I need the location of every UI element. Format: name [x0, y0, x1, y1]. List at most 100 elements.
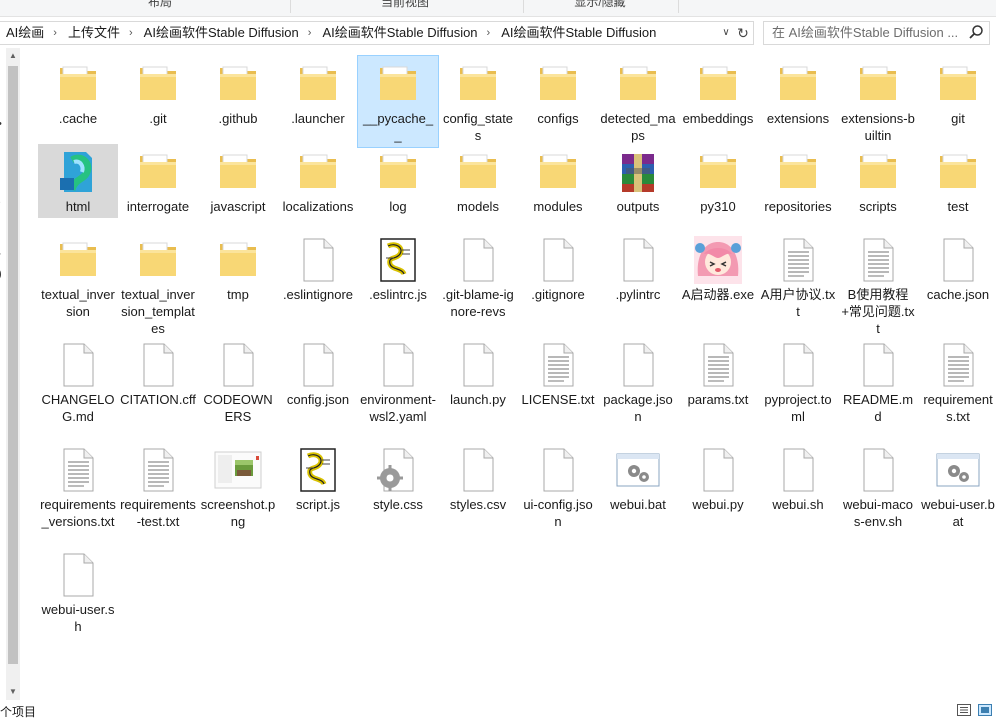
blank-file-icon [454, 341, 502, 389]
file-item[interactable]: interrogate [118, 144, 198, 218]
ribbon-group-show-hide: 显示/隐藏 [574, 0, 626, 9]
folder-icon [854, 148, 902, 196]
file-item[interactable]: extensions [758, 56, 838, 130]
file-item[interactable]: test [918, 144, 996, 218]
file-item[interactable]: log [358, 144, 438, 218]
file-item-label: extensions [766, 111, 830, 126]
breadcrumb-item[interactable]: AI绘画软件Stable Diffusion [322, 25, 477, 40]
file-item[interactable]: B使用教程+常见问题.txt [838, 232, 918, 340]
refresh-icon[interactable]: ↻ [735, 24, 751, 42]
file-item-label: requirements_versions.txt [40, 497, 116, 529]
file-item[interactable]: py310 [678, 144, 758, 218]
nav-scrollbar[interactable]: ▲ ▼ [6, 48, 20, 700]
file-item[interactable]: style.css [358, 442, 438, 516]
search-input[interactable] [772, 24, 962, 40]
file-item[interactable]: README.md [838, 337, 918, 428]
file-item-label: .launcher [291, 111, 345, 126]
file-item[interactable]: .git [118, 56, 198, 130]
search-box[interactable] [763, 21, 990, 45]
address-bar[interactable]: AI绘画 › 上传文件 › AI绘画软件Stable Diffusion › AI绘画软件S… [0, 21, 754, 45]
file-item[interactable]: webui-macos-env.sh [838, 442, 918, 533]
file-item[interactable]: package.json [598, 337, 678, 428]
file-item[interactable]: A启动器.exe [678, 232, 758, 306]
file-item[interactable]: A用户协议.txt [758, 232, 838, 323]
file-item[interactable]: modules [518, 144, 598, 218]
file-item[interactable]: params.txt [678, 337, 758, 411]
file-item[interactable]: configs [518, 56, 598, 130]
file-grid: .cache .git .github .launcher __pycache__ con… [36, 55, 996, 700]
file-item[interactable]: git [918, 56, 996, 130]
file-item[interactable]: textual_inversion [38, 232, 118, 323]
large-icons-view-icon[interactable] [978, 704, 992, 716]
file-item[interactable]: script.js [278, 442, 358, 516]
file-item[interactable]: localizations [278, 144, 358, 218]
file-item[interactable]: .github [198, 56, 278, 130]
file-item[interactable]: config_states [438, 56, 518, 147]
chevron-right-icon[interactable]: › [308, 22, 312, 44]
file-item[interactable]: javascript [198, 144, 278, 218]
file-item[interactable]: ui-config.json [518, 442, 598, 533]
scroll-down-arrow-icon[interactable]: ▼ [6, 686, 20, 698]
file-item[interactable]: webui.bat [598, 442, 678, 516]
folder-icon [534, 60, 582, 108]
folder-icon [934, 60, 982, 108]
file-item[interactable]: tmp [198, 232, 278, 306]
file-item[interactable]: models [438, 144, 518, 218]
chevron-right-icon[interactable]: › [487, 22, 491, 44]
file-item[interactable]: repositories [758, 144, 838, 218]
file-item[interactable]: requirements-test.txt [118, 442, 198, 533]
file-item[interactable]: .pylintrc [598, 232, 678, 306]
chevron-down-icon[interactable]: ∨ [719, 25, 733, 41]
blank-file-icon [294, 236, 342, 284]
scroll-up-arrow-icon[interactable]: ▲ [6, 50, 20, 62]
file-item[interactable]: requirements_versions.txt [38, 442, 118, 533]
file-item[interactable]: webui.sh [758, 442, 838, 516]
file-item[interactable]: textual_inversion_templates [118, 232, 198, 340]
file-item[interactable]: pyproject.toml [758, 337, 838, 428]
file-item-label: params.txt [687, 392, 749, 407]
scroll-thumb[interactable] [8, 66, 18, 664]
breadcrumb-item[interactable]: AI绘画软件Stable Diffusion [144, 25, 299, 40]
file-item[interactable]: CODEOWNERS [198, 337, 278, 428]
file-item[interactable]: scripts [838, 144, 918, 218]
file-item[interactable]: CHANGELOG.md [38, 337, 118, 428]
file-item[interactable]: .launcher [278, 56, 358, 130]
file-item[interactable]: webui-user.bat [918, 442, 996, 533]
search-icon[interactable] [968, 24, 984, 40]
status-bar: 个项目 [0, 700, 996, 720]
file-item[interactable]: detected_maps [598, 56, 678, 147]
file-item[interactable]: .cache [38, 56, 118, 130]
details-view-icon[interactable] [957, 704, 971, 716]
file-item-label: LICENSE.txt [521, 392, 595, 407]
file-item[interactable]: embeddings [678, 56, 758, 130]
file-item[interactable]: .eslintignore [278, 232, 358, 306]
breadcrumb-item[interactable]: AI绘画 [6, 25, 44, 40]
file-item[interactable]: requirements.txt [918, 337, 996, 428]
file-item[interactable]: webui.py [678, 442, 758, 516]
file-item[interactable]: screenshot.png [198, 442, 278, 533]
breadcrumb-item[interactable]: 上传文件 [68, 25, 120, 40]
file-item[interactable]: config.json [278, 337, 358, 411]
file-item[interactable]: .eslintrc.js [358, 232, 438, 306]
file-item[interactable]: styles.csv [438, 442, 518, 516]
file-item[interactable]: environment-wsl2.yaml [358, 337, 438, 428]
folder-icon [454, 148, 502, 196]
file-item[interactable]: cache.json [918, 232, 996, 306]
chevron-right-icon[interactable]: › [129, 22, 133, 44]
file-item[interactable]: LICENSE.txt [518, 337, 598, 411]
file-item[interactable]: .gitignore [518, 232, 598, 306]
file-item[interactable]: webui-user.sh [38, 547, 118, 638]
file-item-label: textual_inversion_templates [121, 287, 195, 336]
folder-icon [374, 60, 422, 108]
file-item[interactable]: __pycache__ [357, 55, 439, 148]
file-item[interactable]: extensions-builtin [838, 56, 918, 147]
file-item[interactable]: launch.py [438, 337, 518, 411]
blank-file-icon [534, 236, 582, 284]
breadcrumb-item[interactable]: AI绘画软件Stable Diffusion [501, 25, 656, 40]
script-file-icon [294, 446, 342, 494]
file-item[interactable]: html [38, 144, 118, 218]
file-item[interactable]: outputs [598, 144, 678, 218]
file-item[interactable]: CITATION.cff [118, 337, 198, 411]
file-item[interactable]: .git-blame-ignore-revs [438, 232, 518, 323]
chevron-right-icon[interactable]: › [53, 22, 57, 44]
